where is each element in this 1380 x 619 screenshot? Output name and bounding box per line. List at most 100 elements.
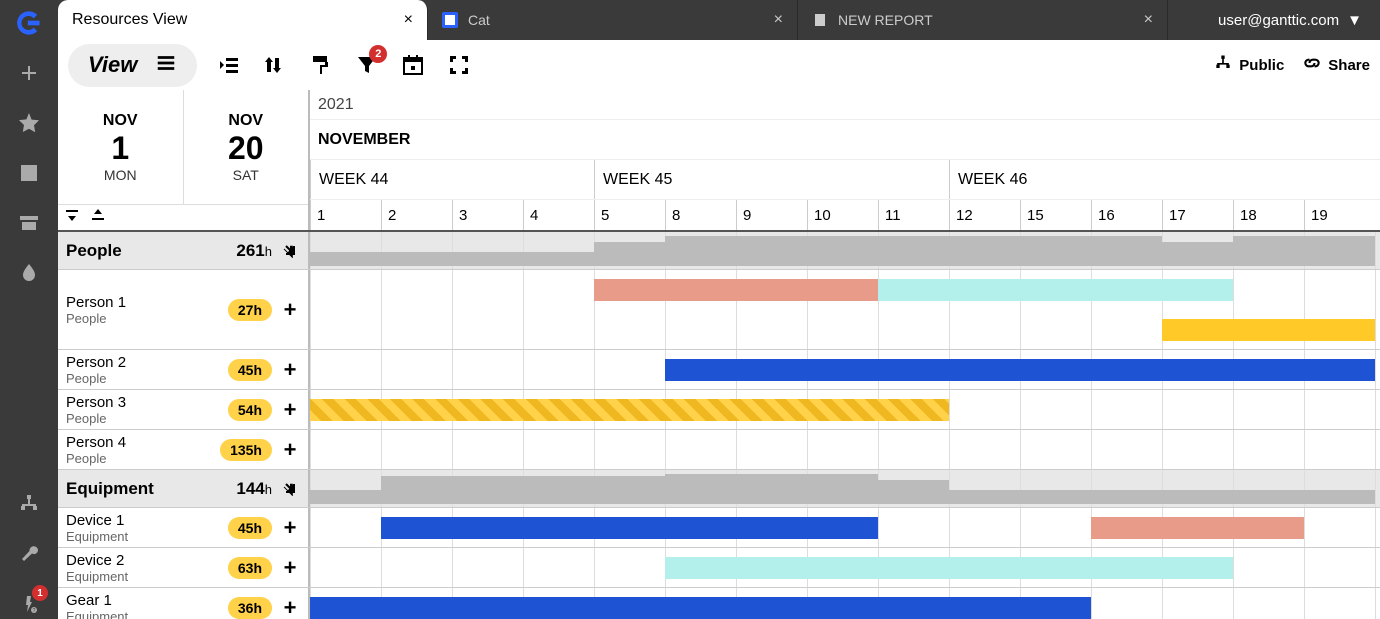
tab-new-report[interactable]: NEW REPORT × <box>798 0 1168 40</box>
week-cell: WEEK 45 <box>594 160 949 199</box>
share-label: Share <box>1328 57 1370 74</box>
resource-row: Device 1 Equipment 45h + <box>58 508 1380 548</box>
group-row[interactable]: Equipment 144h <box>58 470 1380 508</box>
tab-resources-view[interactable]: Resources View × <box>58 0 428 40</box>
add-task-button[interactable]: + <box>280 595 300 619</box>
resource-name: Device 2 <box>66 552 220 569</box>
paint-icon[interactable] <box>307 51 335 79</box>
day-cell: 17 <box>1162 200 1233 230</box>
expand-arrow-icon[interactable] <box>282 242 300 260</box>
task-bar[interactable] <box>310 597 1091 619</box>
filter-badge: 2 <box>369 45 387 63</box>
resource-category: People <box>66 311 220 326</box>
add-icon[interactable] <box>14 58 44 88</box>
day-cell: 12 <box>949 200 1020 230</box>
view-button[interactable]: View <box>68 44 197 87</box>
reports-icon[interactable] <box>14 158 44 188</box>
task-bar[interactable] <box>1091 517 1304 539</box>
add-task-button[interactable]: + <box>280 555 300 581</box>
resource-category: People <box>66 411 220 426</box>
day-cell: 18 <box>1233 200 1304 230</box>
org-icon[interactable] <box>14 489 44 519</box>
archive-icon[interactable] <box>14 208 44 238</box>
public-label: Public <box>1239 57 1284 74</box>
hours-badge: 45h <box>228 517 272 539</box>
resource-row: Gear 1 Equipment 36h + <box>58 588 1380 619</box>
help-icon[interactable]: ? 1 <box>14 589 44 619</box>
user-email: user@ganttic.com <box>1218 12 1339 29</box>
close-icon[interactable]: × <box>1144 11 1153 29</box>
share-button[interactable]: Share <box>1302 53 1370 77</box>
resource-name: Person 1 <box>66 294 220 311</box>
end-date-box[interactable]: NOV 20 SAT <box>184 90 309 204</box>
hours-badge: 135h <box>220 439 272 461</box>
org-chart-icon <box>1213 53 1233 77</box>
logo-icon[interactable] <box>14 8 44 38</box>
start-date-box[interactable]: NOV 1 MON <box>58 90 184 204</box>
add-task-button[interactable]: + <box>280 515 300 541</box>
public-button[interactable]: Public <box>1213 53 1284 77</box>
day-cell: 15 <box>1020 200 1091 230</box>
add-task-button[interactable]: + <box>280 437 300 463</box>
add-task-button[interactable]: + <box>280 397 300 423</box>
resource-name: Person 4 <box>66 434 212 451</box>
link-icon <box>1302 53 1322 77</box>
group-hours: 261h <box>236 241 272 261</box>
add-task-button[interactable]: + <box>280 297 300 323</box>
add-task-button[interactable]: + <box>280 357 300 383</box>
close-icon[interactable]: × <box>404 11 413 29</box>
settings-icon[interactable] <box>14 539 44 569</box>
fullscreen-icon[interactable] <box>445 51 473 79</box>
outdent-icon[interactable] <box>215 51 243 79</box>
resource-category: People <box>66 451 212 466</box>
filter-icon[interactable]: 2 <box>353 51 381 79</box>
collapse-all-icon[interactable] <box>64 207 80 228</box>
group-name: Equipment <box>66 479 154 499</box>
close-icon[interactable]: × <box>774 11 783 29</box>
calendar-icon[interactable] <box>399 51 427 79</box>
timeline-header: NOV 1 MON NOV 20 SAT 2021 NOVEMBER WEEK … <box>58 90 1380 230</box>
start-day: 1 <box>111 130 129 167</box>
task-bar[interactable] <box>310 399 949 421</box>
group-hours: 144h <box>236 479 272 499</box>
day-cell: 8 <box>665 200 736 230</box>
utilization-bar <box>381 476 665 504</box>
resource-name: Gear 1 <box>66 592 220 609</box>
menu-icon <box>155 52 177 79</box>
drop-icon[interactable] <box>14 258 44 288</box>
day-cell: 11 <box>878 200 949 230</box>
hours-badge: 63h <box>228 557 272 579</box>
utilization-bar <box>310 490 381 504</box>
star-icon[interactable] <box>14 108 44 138</box>
utilization-bar <box>310 252 594 266</box>
chevron-down-icon: ▼ <box>1347 12 1362 29</box>
user-menu[interactable]: user@ganttic.com ▼ <box>1200 0 1380 40</box>
day-cell: 16 <box>1091 200 1162 230</box>
utilization-bar <box>1233 236 1375 266</box>
hours-badge: 27h <box>228 299 272 321</box>
view-label: View <box>88 52 137 78</box>
end-dow: SAT <box>233 167 259 183</box>
date-range-panel: NOV 1 MON NOV 20 SAT <box>58 90 310 230</box>
task-bar[interactable] <box>594 279 878 301</box>
task-bar[interactable] <box>1162 319 1375 341</box>
task-bar[interactable] <box>665 359 1375 381</box>
sort-icon[interactable] <box>261 51 289 79</box>
expand-all-icon[interactable] <box>90 207 106 228</box>
tab-label: Cat <box>468 12 764 28</box>
tab-cat[interactable]: Cat × <box>428 0 798 40</box>
resource-row: Person 3 People 54h + <box>58 390 1380 430</box>
start-month: NOV <box>103 112 138 130</box>
end-day: 20 <box>228 130 264 167</box>
expand-arrow-icon[interactable] <box>282 480 300 498</box>
day-cell: 4 <box>523 200 594 230</box>
day-cell: 9 <box>736 200 807 230</box>
group-row[interactable]: People 261h <box>58 232 1380 270</box>
task-bar[interactable] <box>381 517 878 539</box>
task-bar[interactable] <box>878 279 1233 301</box>
day-cell: 5 <box>594 200 665 230</box>
tabs-bar: Resources View × Cat × NEW REPORT × user… <box>58 0 1380 40</box>
task-bar[interactable] <box>665 557 1233 579</box>
end-month: NOV <box>228 112 263 130</box>
week-cell: WEEK 44 <box>310 160 594 199</box>
